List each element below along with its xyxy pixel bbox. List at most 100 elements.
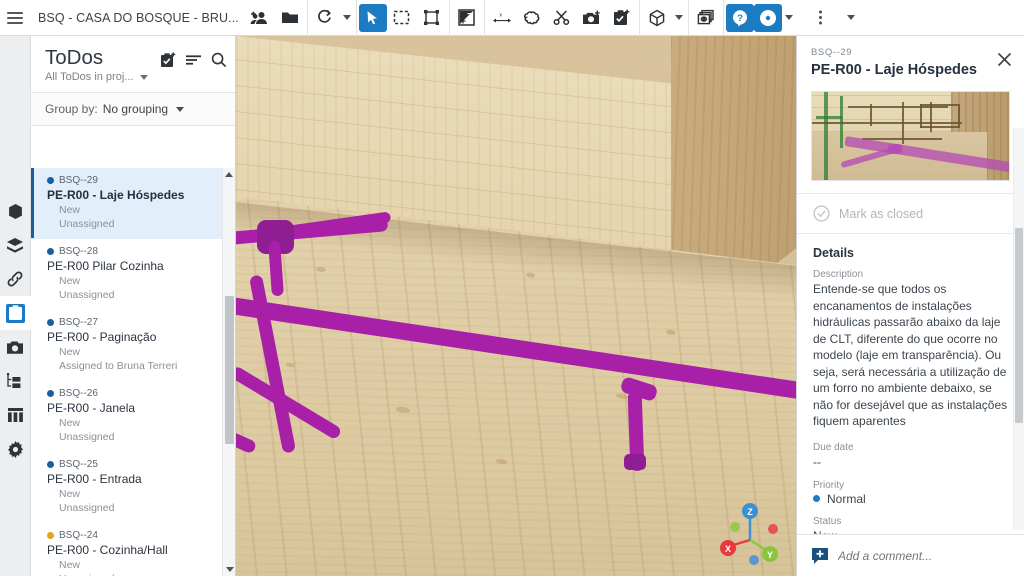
todo-id-row: BSQ--27 [47,316,213,329]
contrast-icon[interactable] [452,4,482,32]
todos-header: ToDos All ToDos in proj... [31,36,235,92]
pipe-right-cap [624,454,646,470]
sidebar-item-settings[interactable] [0,432,31,466]
todo-list-item[interactable]: BSQ--24 PE-R00 - Cozinha/Hall NewUnassigne… [31,523,223,576]
todo-status: New [59,488,81,500]
more-dropdown-caret[interactable] [844,15,858,20]
clip-scissors-icon[interactable] [547,4,577,32]
details-title: PE-R00 - Laje Hóspedes [811,62,977,78]
markup-cloud-icon[interactable] [517,4,547,32]
details-snapshot-thumbnail[interactable] [811,91,1010,181]
svg-text:?: ? [737,13,743,24]
todo-assignee: Unassigned [59,289,115,301]
view-cube-dropdown-caret[interactable] [672,15,686,20]
todo-list-item[interactable]: BSQ--29 PE-R00 - Laje Hóspedes New Unassign… [31,168,223,239]
todo-id: BSQ--26 [59,388,98,399]
cube-icon [6,202,25,221]
camera-icon [6,338,25,357]
todo-status-dot-icon [47,390,54,397]
group-by-dropdown[interactable]: Group by: No grouping [31,93,235,126]
due-date-value: -- [813,454,821,469]
todo-assignee: Unassigned [59,572,213,576]
sidebar-item-snapshots[interactable] [0,330,31,364]
add-comment-icon[interactable] [811,547,829,565]
rectangle-select-icon[interactable] [387,4,417,32]
visibility-dropdown-caret[interactable] [782,15,796,20]
sidebar-item-models[interactable] [0,194,31,228]
details-scrollbar-thumb[interactable] [1015,228,1023,423]
scroll-up-icon[interactable] [223,168,235,181]
axis-label-y: Y [767,550,773,560]
sidebar-item-layers[interactable] [0,228,31,262]
orbit-tool-icon[interactable] [310,4,340,32]
todo-id-row: BSQ--26 [47,387,213,400]
priority-value: Normal [827,491,866,506]
sidebar-item-properties[interactable] [0,398,31,432]
hamburger-menu-button[interactable] [0,4,30,32]
description-label: Description [813,269,864,280]
view-cube-icon[interactable] [642,4,672,32]
comment-input[interactable] [838,548,1010,563]
todo-list-item[interactable]: BSQ--28 PE-R00 Pilar Cozinha New Unassigned [31,239,223,310]
more-options-icon[interactable] [806,4,836,32]
todo-title: PE-R00 Pilar Cozinha [47,259,164,273]
tree-icon [6,372,25,391]
measure-icon[interactable]: x [487,4,517,32]
layers-stack-icon[interactable] [691,4,721,32]
link-icon [6,270,25,289]
close-icon[interactable] [997,52,1012,72]
todo-details-panel: BSQ--29 PE-R00 - Laje Hóspedes Mark as c… [796,36,1024,576]
todo-id: BSQ--28 [59,246,98,257]
axis-label-z: Z [747,507,753,517]
todo-status-dot-icon [47,248,54,255]
todo-assignee: Unassigned [59,218,115,230]
todo-status: New [59,275,81,287]
todos-scrollbar[interactable] [222,168,235,576]
open-folder-icon[interactable] [275,4,305,32]
todo-id: BSQ--25 [59,459,98,470]
axis-gizmo[interactable]: Z X Y [710,496,796,576]
todo-list-item[interactable]: BSQ--27 PE-R00 - Paginação New Assigned to … [31,310,223,381]
add-comment-bar[interactable] [797,534,1024,576]
todo-list-item[interactable]: BSQ--26 PE-R00 - Janela New Unassigned [31,381,223,452]
scrollbar-thumb[interactable] [225,296,234,444]
scroll-down-icon[interactable] [223,563,235,576]
todos-filter-dropdown[interactable]: All ToDos in proj... [45,71,223,83]
todo-id-row: BSQ--25 [47,458,213,471]
project-title: BSQ - CASA DO BOSQUE - BRU... [38,10,239,25]
search-icon[interactable] [211,52,227,68]
todo-assignee: Unassigned [59,502,115,514]
svg-text:x: x [499,12,502,18]
transform-tool-icon[interactable] [417,4,447,32]
sidebar-item-todos[interactable] [0,296,31,330]
mark-as-closed-button[interactable]: Mark as closed [797,193,1024,234]
todo-title: PE-R00 - Janela [47,401,136,415]
add-todo-icon[interactable] [160,52,177,68]
snapshot-camera-icon[interactable] [577,4,607,32]
details-section-title: Details [813,246,854,260]
todo-status-dot-icon [47,532,54,539]
todos-filter-label: All ToDos in proj... [45,71,134,83]
chevron-down-icon [137,74,151,80]
model-viewport[interactable]: Z X Y [236,36,796,576]
sidebar-item-links[interactable] [0,262,31,296]
todo-id: BSQ--29 [59,175,98,186]
todo-list-item[interactable]: BSQ--25 PE-R00 - Entrada New Unassigned [31,452,223,523]
check-circle-icon [813,205,830,222]
select-tool-icon[interactable] [358,3,387,32]
todo-status-dot-icon [47,461,54,468]
help-icon[interactable]: ? [725,3,754,32]
todo-title: PE-R00 - Entrada [47,472,142,486]
details-id: BSQ--29 [811,47,853,58]
new-todo-icon[interactable] [607,4,637,32]
invite-users-icon[interactable] [245,4,275,32]
sidebar-item-tree[interactable] [0,364,31,398]
table-icon [6,406,25,425]
details-scrollbar[interactable] [1013,128,1024,530]
orbit-dropdown-caret[interactable] [340,15,354,20]
group-by-prefix: Group by: [45,102,98,116]
visibility-eye-icon[interactable] [753,3,782,32]
sort-icon[interactable] [186,54,202,66]
priority-value-row: Normal [813,492,1008,506]
todo-id-row: BSQ--24 [47,529,213,542]
